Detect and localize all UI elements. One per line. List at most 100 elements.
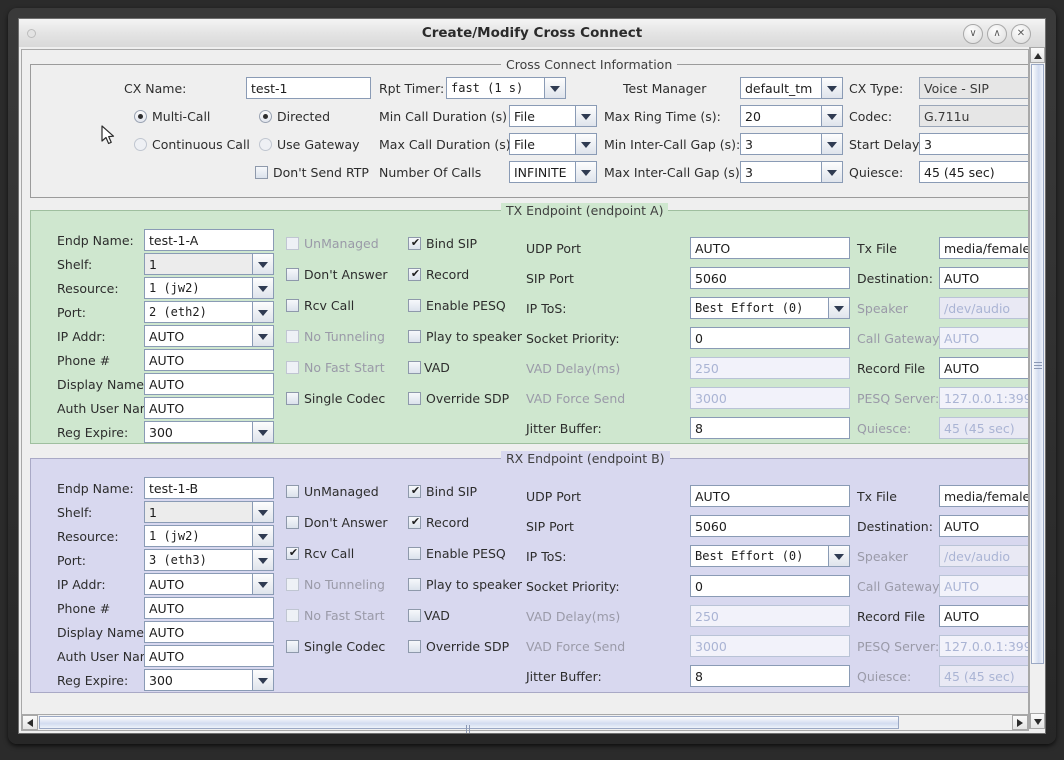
rx-reg-expire-combo[interactable]: 300	[144, 669, 274, 691]
tx-checkbox-single-codec[interactable]	[286, 392, 299, 405]
tx-shelf-combo[interactable]: 1	[144, 253, 274, 275]
tx-checkbox-bind-sip[interactable]	[408, 235, 422, 251]
tx-ip-tos-combo[interactable]: Best Effort (0)	[690, 297, 850, 319]
radio-directed[interactable]	[259, 110, 272, 123]
rx-ip-tos-combo[interactable]: Best Effort (0)	[690, 545, 850, 567]
tx-endp-name-input[interactable]: test-1-A	[144, 229, 274, 251]
tx-checkbox-override-sdp[interactable]	[408, 392, 421, 405]
tx-reg-expire-combo[interactable]: 300	[144, 421, 274, 443]
rx-port-combo[interactable]: 3 (eth3)	[144, 549, 274, 571]
chevron-down-icon[interactable]	[821, 161, 843, 183]
scroll-left-arrow-icon[interactable]	[22, 715, 38, 730]
chevron-down-icon[interactable]	[575, 133, 597, 155]
quiesce-input[interactable]: 45 (45 sec)	[919, 161, 1028, 183]
tx-checkbox-rcv-call[interactable]	[286, 299, 299, 312]
rx-checkbox-single-codec[interactable]	[286, 640, 299, 653]
checkbox-dont-send-rtp[interactable]	[255, 166, 268, 179]
rx-checkbox-dont-answer[interactable]	[286, 516, 299, 529]
chevron-down-icon[interactable]	[821, 133, 843, 155]
tx-destination-input[interactable]: AUTO	[939, 267, 1028, 289]
rx-checkbox-vad[interactable]	[408, 609, 421, 622]
rx-checkbox-rcv-call[interactable]	[286, 545, 300, 561]
vertical-scrollbar[interactable]	[1029, 47, 1045, 729]
chevron-down-icon[interactable]	[252, 277, 274, 299]
rx-checkbox-bind-sip[interactable]	[408, 483, 422, 499]
chevron-down-icon[interactable]	[252, 253, 274, 275]
rx-sip-port-input[interactable]: 5060	[690, 515, 850, 537]
rx-checkbox-play-to-speaker[interactable]	[408, 578, 421, 591]
tx-checkbox-dont-answer[interactable]	[286, 268, 299, 281]
vertical-scrollbar-thumb[interactable]	[1031, 64, 1044, 664]
scroll-right-arrow-icon[interactable]	[1012, 715, 1028, 730]
rx-socket-priority-input[interactable]: 0	[690, 575, 850, 597]
tx-display-name-input[interactable]: AUTO	[144, 373, 274, 395]
scroll-up-arrow-icon[interactable]	[1030, 47, 1045, 63]
tx-record-file-input[interactable]: AUTO	[939, 357, 1028, 379]
max-ring-time-combo[interactable]: 20	[740, 105, 843, 127]
radio-continuous-call[interactable]	[134, 138, 147, 151]
tx-socket-priority-input[interactable]: 0	[690, 327, 850, 349]
tx-checkbox-enable-pesq[interactable]	[408, 299, 421, 312]
test-manager-combo[interactable]: default_tm	[740, 77, 843, 99]
rx-phone-input[interactable]: AUTO	[144, 597, 274, 619]
rx-resource-combo[interactable]: 1 (jw2)	[144, 525, 274, 547]
minimize-button[interactable]: ∨	[963, 24, 983, 44]
number-of-calls-combo[interactable]: INFINITE	[509, 161, 597, 183]
min-call-duration-combo[interactable]: File	[509, 105, 597, 127]
chevron-down-icon[interactable]	[252, 421, 274, 443]
tx-checkbox-no-fast-start[interactable]	[286, 361, 299, 374]
scroll-down-arrow-icon[interactable]	[1030, 713, 1045, 729]
rpt-timer-combo[interactable]: fast (1 s)	[446, 77, 566, 99]
tx-auth-user-name-input[interactable]: AUTO	[144, 397, 274, 419]
rx-display-name-input[interactable]: AUTO	[144, 621, 274, 643]
tx-jitter-buffer-input[interactable]: 8	[690, 417, 850, 439]
chevron-down-icon[interactable]	[252, 525, 274, 547]
chevron-down-icon[interactable]	[821, 77, 843, 99]
chevron-down-icon[interactable]	[828, 545, 850, 567]
rx-checkbox-no-tunneling[interactable]	[286, 578, 299, 591]
maximize-button[interactable]: ∧	[987, 24, 1007, 44]
tx-sip-port-input[interactable]: 5060	[690, 267, 850, 289]
chevron-down-icon[interactable]	[828, 297, 850, 319]
tx-tx-file-input[interactable]: media/female_voice.wav	[939, 237, 1028, 259]
chevron-down-icon[interactable]	[252, 549, 274, 571]
rx-auth-user-name-input[interactable]: AUTO	[144, 645, 274, 667]
rx-record-file-input[interactable]: AUTO	[939, 605, 1028, 627]
rx-checkbox-record[interactable]	[408, 514, 422, 530]
chevron-down-icon[interactable]	[544, 77, 566, 99]
chevron-down-icon[interactable]	[252, 573, 274, 595]
rx-udp-port-input[interactable]: AUTO	[690, 485, 850, 507]
rx-jitter-buffer-input[interactable]: 8	[690, 665, 850, 687]
horizontal-scrollbar-thumb[interactable]	[39, 716, 899, 733]
rx-ip-addr-combo[interactable]: AUTO	[144, 573, 274, 595]
rx-checkbox-enable-pesq[interactable]	[408, 547, 421, 560]
rx-shelf-combo[interactable]: 1	[144, 501, 274, 523]
rx-checkbox-override-sdp[interactable]	[408, 640, 421, 653]
max-call-duration-combo[interactable]: File	[509, 133, 597, 155]
radio-use-gateway[interactable]	[259, 138, 272, 151]
chevron-down-icon[interactable]	[252, 669, 274, 691]
tx-checkbox-no-tunneling[interactable]	[286, 330, 299, 343]
chevron-down-icon[interactable]	[575, 161, 597, 183]
min-inter-call-gap-combo[interactable]: 3	[740, 133, 843, 155]
tx-udp-port-input[interactable]: AUTO	[690, 237, 850, 259]
chevron-down-icon[interactable]	[252, 301, 274, 323]
tx-checkbox-unmanaged[interactable]	[286, 237, 299, 250]
chevron-down-icon[interactable]	[821, 105, 843, 127]
tx-checkbox-play-to-speaker[interactable]	[408, 330, 421, 343]
rx-checkbox-unmanaged[interactable]	[286, 485, 299, 498]
cx-name-input[interactable]: test-1	[246, 77, 371, 99]
horizontal-scrollbar[interactable]	[21, 714, 1029, 733]
chevron-down-icon[interactable]	[252, 501, 274, 523]
chevron-down-icon[interactable]	[575, 105, 597, 127]
chevron-down-icon[interactable]	[252, 325, 274, 347]
rx-checkbox-no-fast-start[interactable]	[286, 609, 299, 622]
rx-endp-name-input[interactable]: test-1-B	[144, 477, 274, 499]
tx-phone-input[interactable]: AUTO	[144, 349, 274, 371]
close-button[interactable]: ✕	[1011, 24, 1031, 44]
tx-checkbox-vad[interactable]	[408, 361, 421, 374]
start-delay-input[interactable]: 3	[919, 133, 1028, 155]
radio-multi-call[interactable]	[134, 110, 147, 123]
max-inter-call-gap-combo[interactable]: 3	[740, 161, 843, 183]
tx-ip-addr-combo[interactable]: AUTO	[144, 325, 274, 347]
